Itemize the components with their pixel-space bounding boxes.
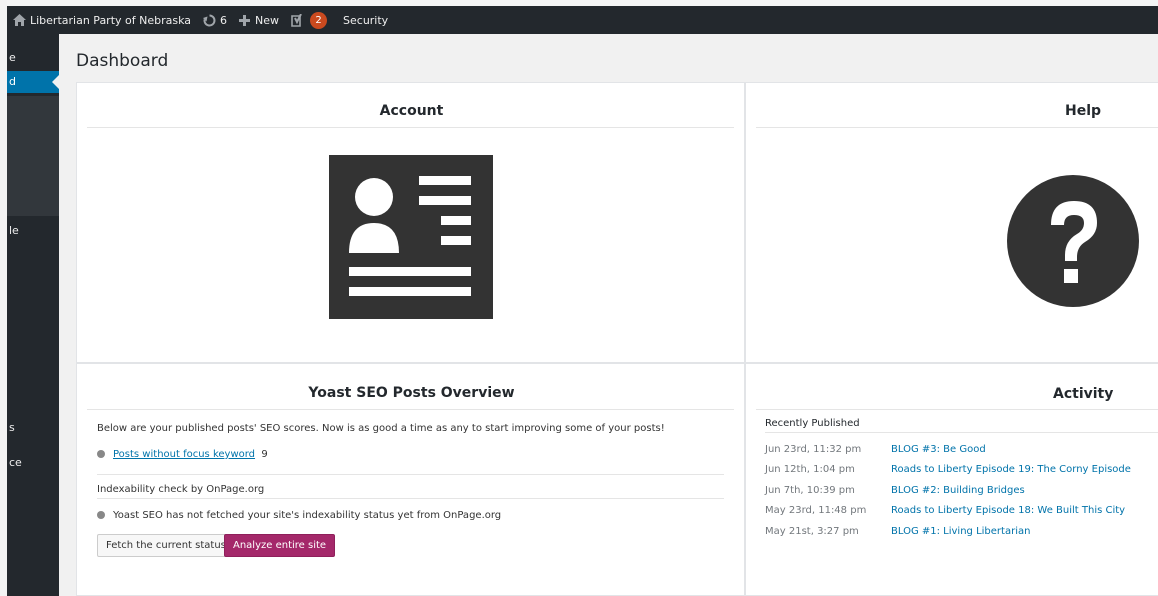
security-link[interactable]: Security [337, 6, 394, 34]
activity-post-link[interactable]: BLOG #2: Building Bridges [891, 485, 1025, 496]
panel-divider [97, 474, 724, 475]
account-panel: Account [76, 82, 745, 363]
yoast-intro: Below are your published posts' SEO scor… [97, 423, 665, 434]
activity-date: Jun 23rd, 11:32 pm [765, 444, 862, 455]
updates-count: 6 [220, 13, 228, 27]
activity-title: Activity [1053, 386, 1114, 402]
admin-bar: Libertarian Party of Nebraska 6 New 2 Se… [7, 6, 1158, 34]
indexability-heading: Indexability check by OnPage.org [97, 484, 265, 495]
notifications-badge: 2 [310, 11, 328, 29]
new-label: New [255, 13, 280, 27]
account-title: Account [379, 103, 444, 119]
sidebar-item-label: le [9, 224, 19, 237]
sidebar-item-5[interactable]: ce [7, 452, 59, 474]
panel-divider [765, 432, 1158, 433]
status-dot-icon [97, 511, 105, 519]
panel-divider [756, 409, 1158, 410]
activity-post-link[interactable]: Roads to Liberty Episode 19: The Corny E… [891, 464, 1131, 475]
question-mark-icon[interactable] [1007, 175, 1139, 307]
panel-divider [87, 409, 734, 410]
yoast-menu-link[interactable]: 2 [285, 6, 333, 34]
sidebar-item-4[interactable]: s [7, 417, 59, 439]
activity-date: Jun 12th, 1:04 pm [765, 464, 855, 475]
panel-divider [97, 498, 724, 499]
list-item: May 23rd, 11:48 pm Roads to Liberty Epis… [765, 505, 1158, 521]
analyze-entire-site-button[interactable]: Analyze entire site [224, 534, 336, 557]
status-dot-icon [97, 450, 105, 458]
yoast-icon [291, 13, 307, 27]
security-label: Security [343, 13, 389, 27]
active-menu-arrow [52, 75, 59, 89]
indexability-status: Yoast SEO has not fetched your site's in… [113, 510, 502, 521]
sidebar-item-label: s [9, 421, 15, 434]
updates-link[interactable]: 6 [197, 6, 233, 34]
sidebar-item-label: ce [9, 456, 22, 469]
activity-post-link[interactable]: BLOG #1: Living Libertarian [891, 526, 1030, 537]
list-item: Jun 7th, 10:39 pm BLOG #2: Building Brid… [765, 485, 1158, 501]
sidebar-submenu [7, 96, 59, 216]
admin-sidebar: e d le s ce [7, 34, 59, 596]
help-panel: Help [745, 82, 1158, 363]
site-name-link[interactable]: Libertarian Party of Nebraska [7, 6, 197, 34]
posts-without-keyword-row: Posts without focus keyword 9 [97, 449, 268, 460]
activity-post-link[interactable]: BLOG #3: Be Good [891, 444, 986, 455]
posts-count: 9 [261, 449, 268, 460]
sidebar-item-label: e [9, 51, 16, 64]
plus-icon [239, 14, 251, 26]
home-icon [13, 14, 26, 26]
activity-date: May 23rd, 11:48 pm [765, 505, 867, 516]
indexability-status-row: Yoast SEO has not fetched your site's in… [97, 510, 501, 521]
activity-panel: Activity Recently Published Jun 23rd, 11… [745, 363, 1158, 596]
panel-divider [87, 127, 734, 128]
yoast-title: Yoast SEO Posts Overview [308, 385, 515, 401]
left-edge-strip [0, 0, 7, 596]
main-content: Dashboard Account Help Yoast SEO Posts O… [59, 34, 1158, 596]
activity-date: May 21st, 3:27 pm [765, 526, 859, 537]
fetch-current-status-button[interactable]: Fetch the current status [97, 534, 235, 557]
list-item: May 21st, 3:27 pm BLOG #1: Living Libert… [765, 526, 1158, 542]
updates-icon [203, 14, 216, 27]
list-item: Jun 23rd, 11:32 pm BLOG #3: Be Good [765, 444, 1158, 460]
list-item: Jun 12th, 1:04 pm Roads to Liberty Episo… [765, 464, 1158, 480]
sidebar-item-label: d [9, 75, 16, 88]
page-title: Dashboard [76, 51, 169, 71]
activity-post-link[interactable]: Roads to Liberty Episode 18: We Built Th… [891, 505, 1125, 516]
panel-divider [756, 127, 1158, 128]
sidebar-item-home[interactable]: e [7, 47, 59, 69]
posts-without-focus-keyword-link[interactable]: Posts without focus keyword [113, 449, 255, 460]
account-card-icon[interactable] [329, 155, 493, 319]
yoast-seo-panel: Yoast SEO Posts Overview Below are your … [76, 363, 745, 596]
help-title: Help [1065, 103, 1102, 119]
recently-published-label: Recently Published [765, 418, 860, 429]
sidebar-item-3[interactable]: le [7, 220, 59, 242]
activity-date: Jun 7th, 10:39 pm [765, 485, 855, 496]
site-name-label: Libertarian Party of Nebraska [30, 13, 192, 27]
new-content-link[interactable]: New [233, 6, 285, 34]
